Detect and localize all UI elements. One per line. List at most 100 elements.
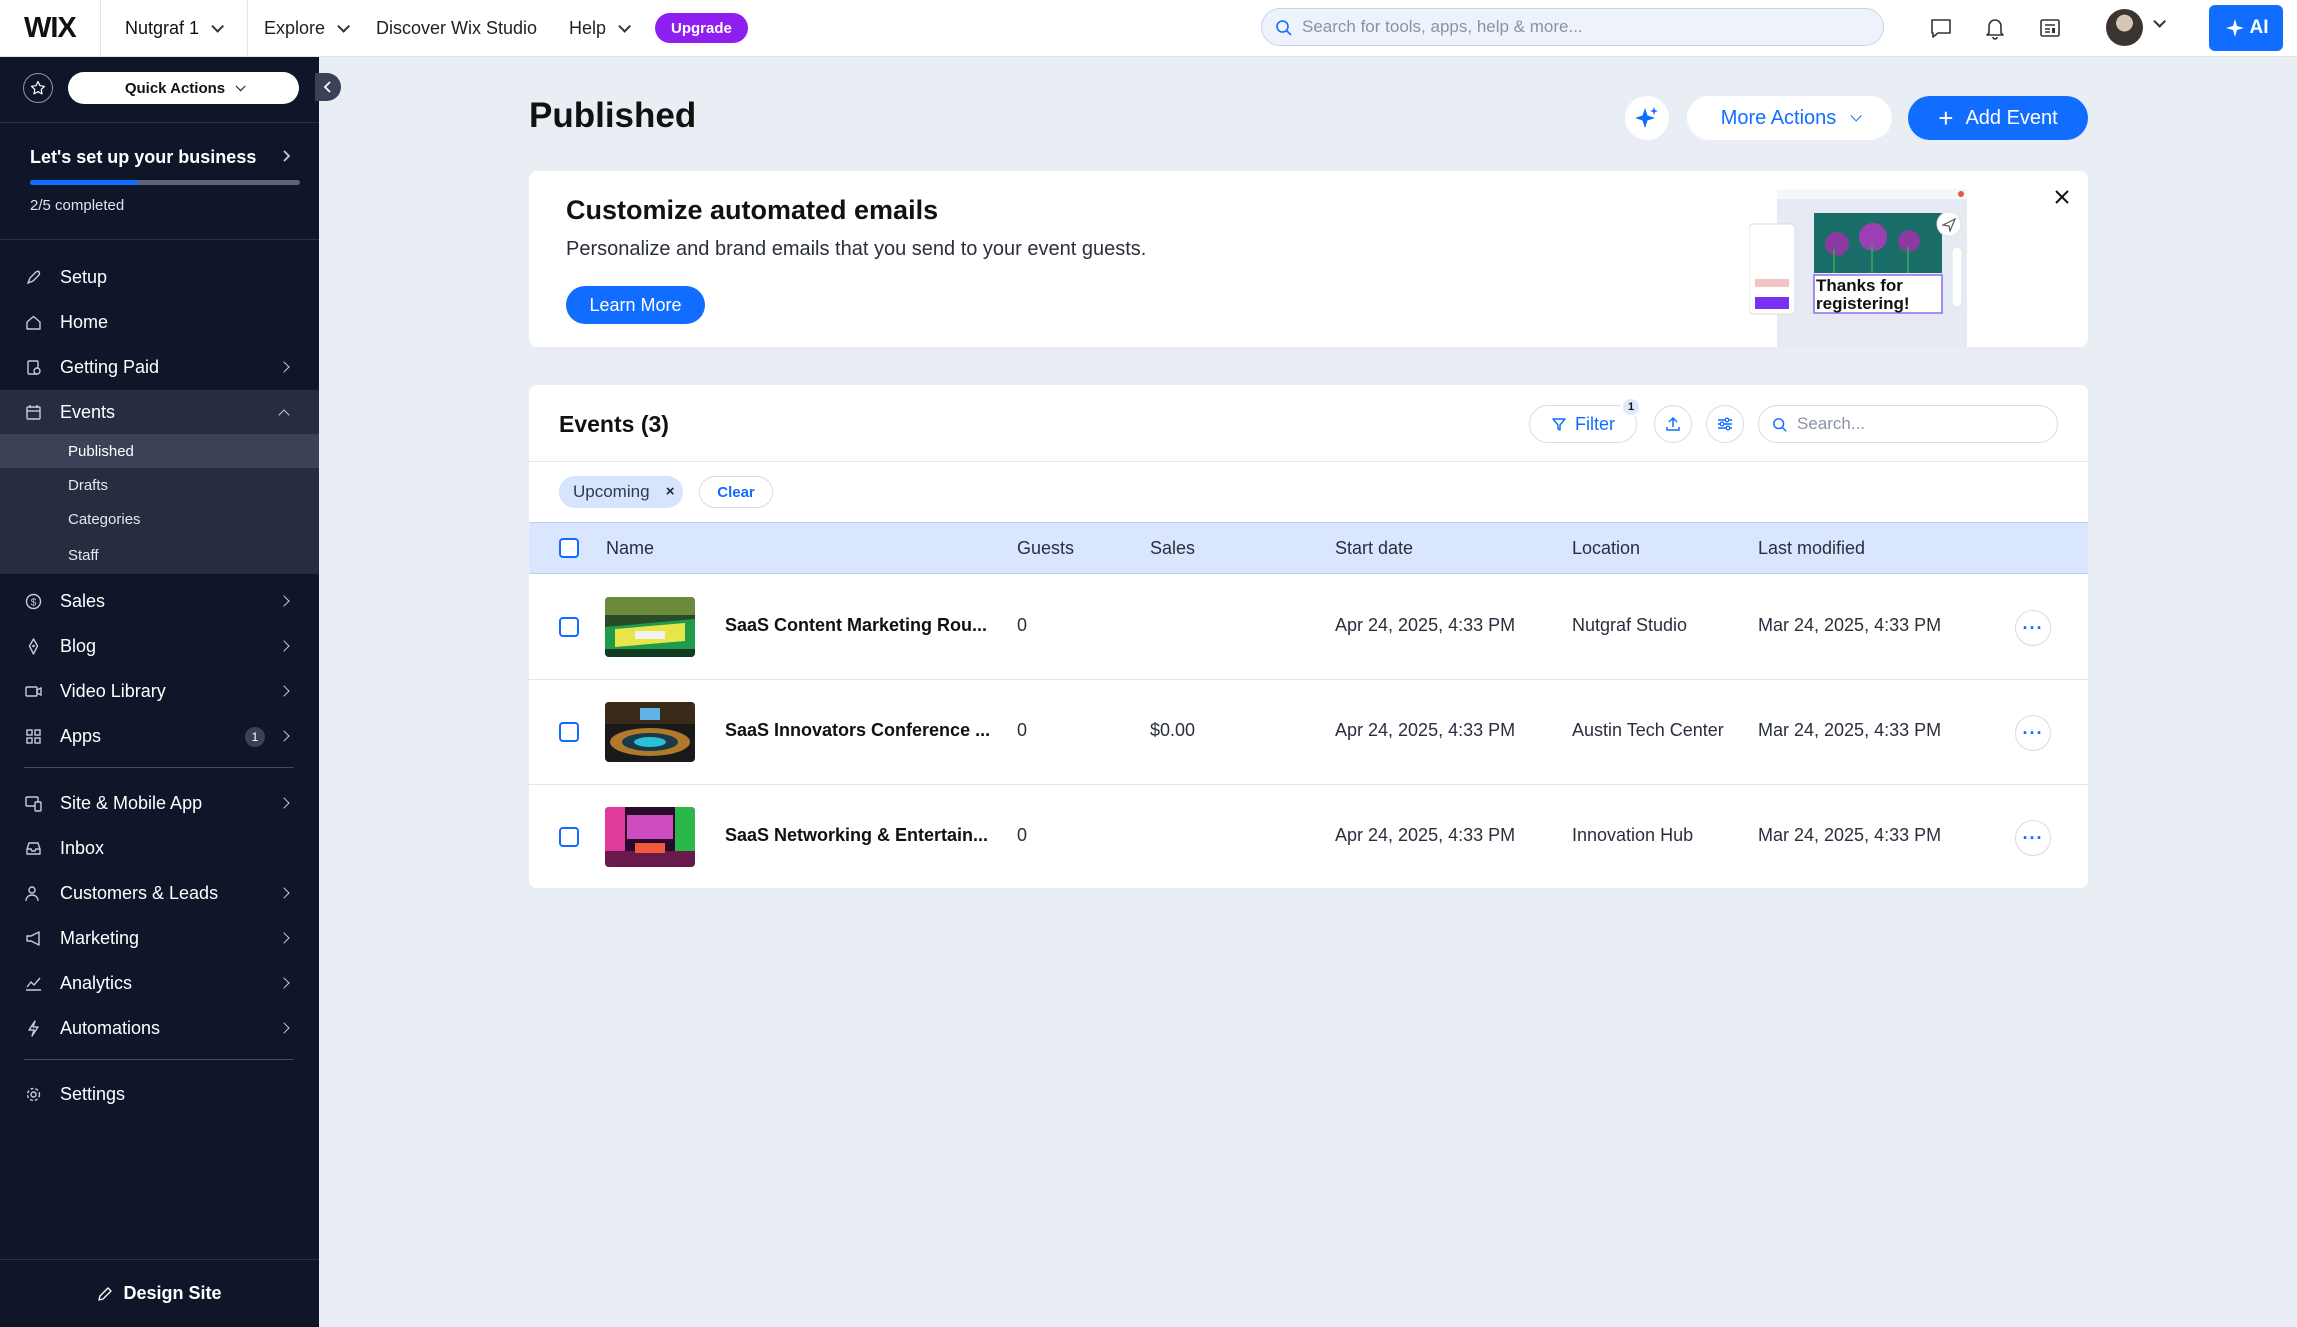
chat-icon[interactable] [1927, 14, 1955, 42]
table-row[interactable]: SaaS Networking & Entertain... 0 Apr 24,… [529, 785, 2088, 888]
column-header-start-date[interactable]: Start date [1335, 538, 1413, 559]
site-switcher[interactable]: Nutgraf 1 [100, 0, 248, 57]
event-guests: 0 [1017, 825, 1028, 845]
chevron-down-icon [337, 20, 351, 33]
add-event-button[interactable]: + Add Event [1908, 96, 2088, 140]
sidebar-item-site-mobile-app[interactable]: Site & Mobile App [0, 781, 319, 825]
setup-progress-fill [30, 180, 138, 185]
quick-actions-button[interactable]: Quick Actions [68, 72, 299, 104]
calendar-icon [26, 405, 41, 420]
table-row[interactable]: SaaS Content Marketing Rou... 0 Apr 24, … [529, 575, 2088, 680]
bell-icon[interactable] [1981, 14, 2009, 42]
sidebar-item-getting-paid[interactable]: Getting Paid [0, 345, 319, 389]
sidebar-item-analytics[interactable]: Analytics [0, 961, 319, 1005]
nav-discover-label: Discover Wix Studio [376, 18, 538, 38]
svg-text:registering!: registering! [1816, 294, 1910, 313]
upcoming-filter-chip[interactable]: Upcoming × [559, 476, 683, 508]
avatar[interactable] [2106, 9, 2143, 46]
row-more-actions-button[interactable]: ··· [2015, 820, 2051, 856]
clear-filters-button[interactable]: Clear [699, 476, 773, 508]
chevron-down-icon [618, 20, 632, 33]
event-thumbnail-image[interactable] [605, 597, 695, 657]
sidebar-subitem-published[interactable]: Published [0, 434, 319, 468]
more-actions-button[interactable]: More Actions [1687, 96, 1892, 140]
email-preview-illustration: Thanks for registering! [1749, 189, 1967, 347]
upgrade-button[interactable]: Upgrade [655, 13, 748, 43]
filter-icon [1552, 418, 1566, 431]
news-icon[interactable] [2036, 14, 2064, 42]
table-header: Name Guests Sales Start date Location La… [529, 522, 2088, 574]
sidebar-item-inbox[interactable]: Inbox [0, 826, 319, 870]
chevron-right-icon [278, 887, 290, 899]
sidebar-item-events[interactable]: Events [0, 390, 319, 434]
wix-logo[interactable]: WIX [24, 12, 77, 45]
more-actions-label: More Actions [1720, 106, 1837, 129]
chevron-right-icon[interactable] [282, 150, 292, 162]
favorites-button[interactable] [23, 73, 53, 103]
sliders-icon [1718, 417, 1732, 431]
devices-icon [25, 796, 42, 812]
sidebar-item-automations[interactable]: Automations [0, 1006, 319, 1050]
sidebar-item-customers-leads[interactable]: Customers & Leads [0, 871, 319, 915]
event-name[interactable]: SaaS Innovators Conference ... [725, 720, 990, 741]
sidebar-item-label: Analytics [60, 972, 133, 993]
chevron-right-icon [278, 977, 290, 989]
column-header-last-modified[interactable]: Last modified [1758, 538, 1865, 559]
remove-chip-icon[interactable]: × [666, 483, 675, 500]
ai-sparkle-button[interactable] [1625, 96, 1669, 140]
column-header-sales[interactable]: Sales [1150, 538, 1195, 559]
sidebar-item-marketing[interactable]: Marketing [0, 916, 319, 960]
event-name[interactable]: SaaS Networking & Entertain... [725, 825, 988, 846]
design-site-button[interactable]: Design Site [0, 1259, 319, 1327]
sidebar-item-blog[interactable]: Blog [0, 624, 319, 668]
sidebar-item-label: Inbox [60, 837, 105, 858]
table-row[interactable]: SaaS Innovators Conference ... 0 $0.00 A… [529, 680, 2088, 785]
sidebar-item-label: Events [60, 401, 116, 422]
divider [529, 461, 2088, 462]
export-button[interactable] [1654, 405, 1692, 443]
sidebar-item-label: Setup [60, 266, 108, 287]
event-thumbnail-image[interactable] [605, 702, 695, 762]
event-start-date: Apr 24, 2025, 4:33 PM [1335, 720, 1516, 740]
events-search-input[interactable]: Search... [1758, 405, 2058, 443]
sidebar-item-sales[interactable]: $ Sales [0, 579, 319, 623]
select-all-checkbox[interactable] [559, 538, 579, 558]
sidebar-subitem-categories[interactable]: Categories [0, 502, 319, 536]
customize-columns-button[interactable] [1706, 405, 1744, 443]
row-checkbox[interactable] [559, 617, 579, 637]
divider [24, 1059, 294, 1060]
row-checkbox[interactable] [559, 827, 579, 847]
sidebar-item-video-library[interactable]: Video Library [0, 669, 319, 713]
sidebar-item-home[interactable]: Home [0, 300, 319, 344]
global-search-input[interactable]: Search for tools, apps, help & more... [1261, 8, 1884, 46]
sidebar-item-settings[interactable]: Settings [0, 1072, 319, 1116]
filter-count-badge: 1 [1621, 397, 1641, 417]
ai-assistant-button[interactable]: AI [2209, 5, 2283, 51]
row-more-actions-button[interactable]: ··· [2015, 715, 2051, 751]
learn-more-button[interactable]: Learn More [566, 286, 705, 324]
column-header-guests[interactable]: Guests [1017, 538, 1074, 559]
sidebar-subitem-staff[interactable]: Staff [0, 536, 319, 574]
event-name[interactable]: SaaS Content Marketing Rou... [725, 615, 987, 636]
event-last-modified: Mar 24, 2025, 4:33 PM [1758, 720, 1942, 740]
nav-explore[interactable]: Explore [264, 0, 351, 57]
svg-text:Thanks for: Thanks for [1816, 276, 1903, 295]
close-icon[interactable] [2050, 185, 2074, 209]
column-header-location[interactable]: Location [1572, 538, 1640, 559]
sidebar-subitem-drafts[interactable]: Drafts [0, 468, 319, 502]
event-thumbnail-image[interactable] [605, 807, 695, 867]
chevron-down-icon [211, 20, 225, 33]
nav-discover-wix-studio[interactable]: Discover Wix Studio [376, 0, 537, 57]
payment-icon [27, 360, 41, 375]
sidebar-collapse-button[interactable] [315, 73, 341, 101]
setup-title[interactable]: Let's set up your business [30, 147, 256, 168]
chevron-down-icon[interactable] [2153, 15, 2166, 28]
sidebar-item-apps[interactable]: Apps 1 [0, 714, 319, 758]
nav-help[interactable]: Help [569, 0, 632, 57]
setup-progress-bar [30, 180, 300, 185]
star-icon [30, 80, 46, 95]
column-header-name[interactable]: Name [606, 538, 654, 559]
sidebar-item-setup[interactable]: Setup [0, 255, 319, 299]
row-more-actions-button[interactable]: ··· [2015, 610, 2051, 646]
row-checkbox[interactable] [559, 722, 579, 742]
